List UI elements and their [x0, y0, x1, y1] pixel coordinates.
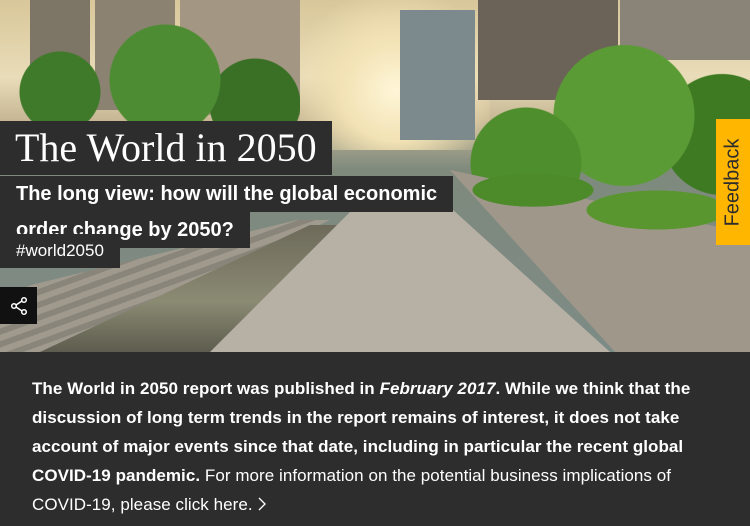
- report-notice: The World in 2050 report was published i…: [0, 352, 750, 526]
- notice-date: February 2017: [379, 379, 496, 398]
- subtitle-text-1: The long view: how will the global econo…: [16, 183, 438, 205]
- click-here-text[interactable]: click here.: [176, 495, 253, 514]
- notice-text: The World in 2050 report was published i…: [32, 374, 730, 519]
- hashtag: #world2050: [0, 234, 120, 268]
- chevron-right-icon: [258, 497, 267, 511]
- hashtag-text: #world2050: [16, 241, 104, 260]
- click-here-link[interactable]: click here.: [176, 495, 268, 514]
- subtitle-line-1: The long view: how will the global econo…: [0, 176, 454, 212]
- share-icon: [10, 296, 27, 315]
- building: [400, 10, 475, 140]
- feedback-tab[interactable]: Feedback: [716, 119, 750, 245]
- page-title: The World in 2050: [0, 121, 332, 175]
- page-title-text: The World in 2050: [15, 125, 317, 170]
- hedge: [440, 150, 750, 250]
- share-button[interactable]: [0, 287, 37, 324]
- notice-part-1: The World in 2050 report was published i…: [32, 379, 380, 398]
- feedback-label: Feedback: [721, 138, 744, 226]
